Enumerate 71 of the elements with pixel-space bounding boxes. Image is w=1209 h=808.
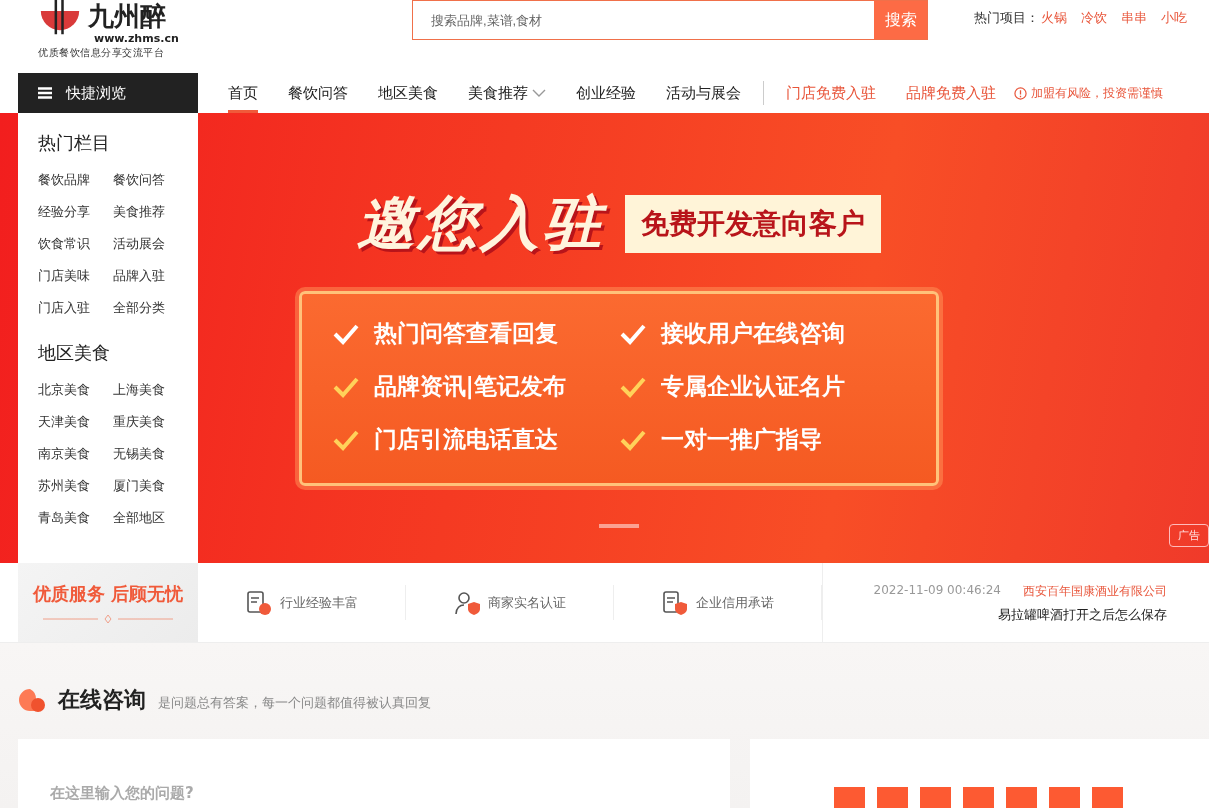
chat-bubble-icon [18, 688, 46, 712]
question-time: 2022-11-09 00:46:24 [873, 583, 1001, 599]
logo-slogan: 优质餐饮信息分享交流平台 [38, 46, 164, 60]
feature-text: 门店引流电话直达 [373, 425, 558, 454]
document-shield-icon [661, 589, 688, 616]
sidebar-link[interactable]: 门店入驻 [38, 299, 113, 317]
banner-tag: 免费开发意向客户 [624, 195, 881, 253]
logo-text: 九州醉 [88, 1, 166, 31]
sidebar-link[interactable]: 品牌入驻 [113, 267, 188, 285]
nav-tab[interactable]: 门店免费入驻 [786, 73, 876, 113]
info-icon [1014, 86, 1027, 100]
nav-tab[interactable]: 创业经验 [576, 73, 636, 113]
hot-link[interactable]: 串串 [1121, 9, 1147, 27]
sidebar-link[interactable]: 重庆美食 [113, 413, 188, 431]
question-link[interactable]: 易拉罐啤酒打开之后怎么保存 [998, 606, 1167, 624]
feature-text: 品牌资讯|笔记发布 [373, 372, 566, 402]
nav-tab[interactable]: 餐饮问答 [288, 73, 348, 113]
service-title: 优质服务 后顾无忧 [32, 581, 184, 606]
sidebar-title: 热门栏目 [38, 131, 111, 155]
hot-label: 热门项目： [974, 9, 1039, 27]
carousel-indicator[interactable] [598, 524, 639, 528]
sidebar-link[interactable]: 美食推荐 [113, 203, 188, 221]
sidebar-link[interactable]: 经验分享 [38, 203, 113, 221]
sidebar-link[interactable]: 餐饮品牌 [38, 171, 113, 189]
menu-icon [38, 87, 52, 99]
section-title: 在线咨询 [58, 686, 146, 714]
service-label: 商家实名认证 [487, 593, 566, 612]
ad-label: 广告 [1169, 524, 1209, 547]
nav-tab[interactable]: 地区美食 [378, 73, 438, 113]
logo-url: www.zhms.cn [94, 32, 179, 45]
sidebar-title: 地区美食 [38, 341, 111, 365]
company-link[interactable]: 西安百年国康酒业有限公司 [1023, 583, 1167, 600]
feature-text: 专属企业认证名片 [660, 372, 845, 401]
sidebar-link[interactable]: 青岛美食 [38, 509, 113, 527]
check-icon [618, 428, 647, 451]
sidebar-link[interactable]: 全部分类 [113, 299, 188, 317]
nav-tab[interactable]: 活动与展会 [666, 73, 741, 113]
check-icon [331, 375, 360, 398]
service-label: 企业信用承诺 [695, 593, 774, 612]
sidebar-link[interactable]: 苏州美食 [38, 477, 113, 495]
check-icon [618, 322, 647, 345]
nav-tab[interactable]: 美食推荐 [468, 73, 546, 113]
hot-link[interactable]: 冷饮 [1081, 9, 1107, 27]
sidebar-link[interactable]: 厦门美食 [113, 477, 188, 495]
check-icon [331, 322, 360, 345]
sidebar-link[interactable]: 餐饮问答 [113, 171, 188, 189]
feature-text: 一对一推广指导 [660, 425, 822, 454]
check-icon [618, 375, 647, 398]
hot-link[interactable]: 小吃 [1161, 9, 1187, 27]
service-label: 行业经验丰富 [279, 593, 358, 612]
sidebar-link[interactable]: 南京美食 [38, 445, 113, 463]
sidebar-link[interactable]: 上海美食 [113, 381, 188, 399]
check-icon [331, 428, 360, 451]
risk-notice: 加盟有风险，投资需谨慎 [1031, 84, 1163, 102]
sidebar-link[interactable]: 全部地区 [113, 509, 188, 527]
sidebar-link[interactable]: 无锡美食 [113, 445, 188, 463]
feature-text: 热门问答查看回复 [373, 319, 558, 348]
sidebar-link[interactable]: 饮食常识 [38, 235, 113, 253]
nav-tab[interactable]: 品牌免费入驻 [906, 73, 996, 113]
hot-link[interactable]: 火锅 [1041, 9, 1067, 27]
sidebar-link[interactable]: 天津美食 [38, 413, 113, 431]
chevron-down-icon [532, 89, 546, 97]
feature-text: 接收用户在线咨询 [660, 319, 845, 348]
section-subtitle: 是问题总有答案，每一个问题都值得被认真回复 [158, 694, 431, 712]
document-star-icon [245, 589, 272, 616]
sidebar-link[interactable]: 门店美味 [38, 267, 113, 285]
sidebar-link[interactable]: 活动展会 [113, 235, 188, 253]
user-shield-icon [453, 589, 480, 616]
logo-icon [38, 0, 82, 36]
quick-browse-button[interactable]: 快捷浏览 [18, 73, 198, 113]
sidebar-link[interactable]: 北京美食 [38, 381, 113, 399]
